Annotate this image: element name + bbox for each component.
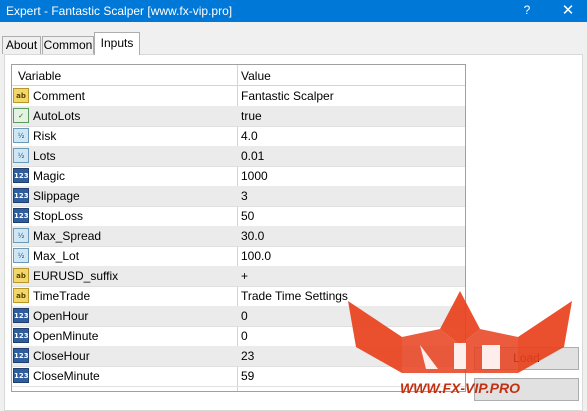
variable-value[interactable]: Fantastic Scalper	[241, 89, 334, 103]
table-row[interactable]: ab Comment Fantastic Scalper	[12, 86, 465, 107]
variable-name: CloseHour	[33, 349, 90, 363]
variable-value[interactable]: 59	[241, 369, 254, 383]
table-row[interactable]: 123 CloseMinute 59	[12, 366, 465, 387]
double-type-icon: ½	[13, 248, 29, 263]
header-value[interactable]: Value	[241, 69, 271, 83]
double-type-icon: ½	[13, 228, 29, 243]
variable-name: Max_Spread	[33, 229, 102, 243]
variable-name: TimeTrade	[33, 289, 91, 303]
variable-name: Lots	[33, 149, 56, 163]
tab-inputs[interactable]: Inputs	[94, 32, 140, 55]
variable-value[interactable]: true	[241, 109, 262, 123]
integer-type-icon: 123	[13, 328, 29, 343]
table-row[interactable]: 123 OpenMinute 0	[12, 326, 465, 347]
variable-value[interactable]: 30.0	[241, 229, 264, 243]
variable-value[interactable]: Trade Time Settings	[241, 289, 348, 303]
variable-value[interactable]: 0.01	[241, 149, 264, 163]
variable-value[interactable]: +	[241, 269, 248, 283]
variable-name: Slippage	[33, 189, 80, 203]
integer-type-icon: 123	[13, 168, 29, 183]
help-icon[interactable]: ?	[520, 3, 534, 17]
variable-value[interactable]: 100.0	[241, 249, 271, 263]
double-type-icon: ½	[13, 128, 29, 143]
variable-name: Comment	[33, 89, 86, 103]
tab-common[interactable]: Common	[42, 36, 94, 54]
integer-type-icon: 123	[13, 368, 29, 383]
inputs-table: Variable Value ab Comment Fantastic Scalpe…	[11, 64, 466, 392]
variable-value[interactable]: 0	[241, 309, 248, 323]
integer-type-icon: 123	[13, 348, 29, 363]
table-row[interactable]: 123 OpenHour 0	[12, 306, 465, 327]
table-row[interactable]: ½ Max_Lot 100.0	[12, 246, 465, 267]
table-header: Variable Value	[12, 65, 465, 86]
window-title: Expert - Fantastic Scalper [www.fx-vip.p…	[6, 4, 233, 18]
variable-name: OpenMinute	[33, 329, 99, 343]
table-row[interactable]: ✓ AutoLots true	[12, 106, 465, 127]
variable-name: EURUSD_suffix	[33, 269, 119, 283]
variable-name: Magic	[33, 169, 66, 183]
table-row[interactable]: 123 StopLoss 50	[12, 206, 465, 227]
table-row[interactable]: ½ Max_Spread 30.0	[12, 226, 465, 247]
variable-value[interactable]: 23	[241, 349, 254, 363]
table-row[interactable]: ½ Risk 4.0	[12, 126, 465, 147]
bool-type-icon: ✓	[13, 108, 29, 123]
integer-type-icon: 123	[13, 208, 29, 223]
variable-value[interactable]: 3	[241, 189, 248, 203]
variable-name: Max_Lot	[33, 249, 80, 263]
string-type-icon: ab	[13, 88, 29, 103]
title-bar[interactable]: Expert - Fantastic Scalper [www.fx-vip.p…	[0, 0, 587, 22]
tab-about[interactable]: About	[2, 36, 41, 54]
table-row[interactable]: ½ Lots 0.01	[12, 146, 465, 167]
variable-name: StopLoss	[33, 209, 84, 223]
table-row[interactable]: ab EURUSD_suffix +	[12, 266, 465, 287]
integer-type-icon: 123	[13, 308, 29, 323]
table-row[interactable]: 123 Slippage 3	[12, 186, 465, 207]
variable-name: CloseMinute	[33, 369, 100, 383]
table-row[interactable]: 123 CloseHour 23	[12, 346, 465, 367]
string-type-icon: ab	[13, 268, 29, 283]
close-icon[interactable]: ✕	[557, 1, 579, 19]
double-type-icon: ½	[13, 148, 29, 163]
variable-value[interactable]: 50	[241, 209, 254, 223]
variable-name: OpenHour	[33, 309, 89, 323]
header-variable[interactable]: Variable	[18, 69, 61, 83]
table-row[interactable]: 123 Magic 1000	[12, 166, 465, 187]
variable-value[interactable]: 0	[241, 329, 248, 343]
variable-name: Risk	[33, 129, 57, 143]
variable-value[interactable]: 4.0	[241, 129, 258, 143]
load-button[interactable]: Load	[474, 347, 579, 370]
variable-name: AutoLots	[33, 109, 81, 123]
tab-strip: About Common Inputs	[0, 32, 587, 55]
save-button[interactable]	[474, 378, 579, 401]
table-row[interactable]: ab TimeTrade Trade Time Settings	[12, 286, 465, 307]
variable-value[interactable]: 1000	[241, 169, 268, 183]
integer-type-icon: 123	[13, 188, 29, 203]
string-type-icon: ab	[13, 288, 29, 303]
